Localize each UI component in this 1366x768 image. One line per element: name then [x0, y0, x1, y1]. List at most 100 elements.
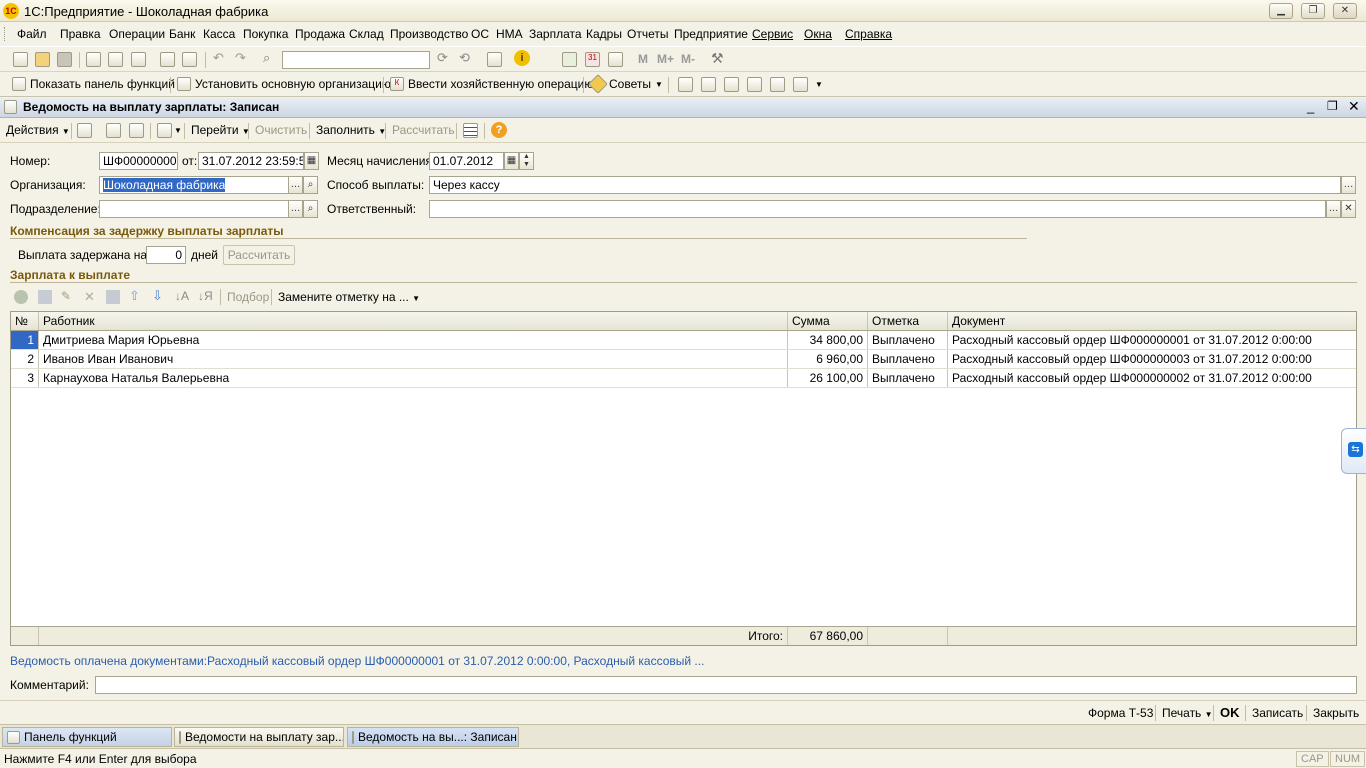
paid-documents-link[interactable]: Ведомость оплачена документами:Расходный… [10, 654, 704, 668]
tips-button[interactable]: Советы ▼ [588, 74, 663, 94]
search-combo[interactable] [282, 51, 430, 69]
menu-intangibles[interactable]: НМА [496, 27, 523, 41]
column-header-worker[interactable]: Работник [39, 312, 788, 330]
menu-cash[interactable]: Касса [203, 27, 235, 41]
menu-file[interactable]: Файл [17, 27, 47, 41]
menu-fixed-assets[interactable]: ОС [471, 27, 489, 41]
payment-method-select-icon[interactable]: … [1341, 176, 1356, 194]
add-row-icon[interactable] [14, 290, 28, 304]
menu-bank[interactable]: Банк [169, 27, 195, 41]
restore-icon[interactable]: ❐ [1301, 3, 1325, 19]
structure-icon[interactable] [157, 123, 172, 138]
print-preview-icon[interactable] [182, 52, 197, 67]
users-icon[interactable] [608, 52, 623, 67]
table-row[interactable]: 3 Карнаухова Наталья Валерьевна 26 100,0… [11, 369, 1356, 388]
menu-help[interactable]: Справка [845, 27, 892, 41]
paste-icon[interactable] [131, 52, 146, 67]
help-icon[interactable]: ? [491, 122, 507, 138]
responsible-field[interactable] [429, 200, 1326, 218]
menu-service[interactable]: Сервис [752, 27, 793, 41]
month-field[interactable]: 01.07.2012 [429, 152, 504, 170]
menu-salary[interactable]: Зарплата [529, 27, 582, 41]
new-document-icon[interactable] [13, 52, 28, 67]
find-prev-icon[interactable]: ⟲ [459, 50, 470, 66]
menu-hr[interactable]: Кадры [586, 27, 622, 41]
warehouse-icon[interactable] [701, 77, 716, 92]
fill-menu[interactable]: Заполнить ▼ [316, 123, 386, 137]
menu-reports[interactable]: Отчеты [627, 27, 668, 41]
compensation-calculate-button[interactable]: Рассчитать [223, 245, 295, 265]
ok-button[interactable]: OK [1220, 705, 1240, 720]
menu-sale[interactable]: Продажа [295, 27, 345, 41]
end-edit-icon[interactable] [106, 290, 120, 304]
show-functions-panel-button[interactable]: Показать панель функций [12, 77, 175, 91]
table-row[interactable]: 1 Дмитриева Мария Юрьевна 34 800,00 Выпл… [11, 331, 1356, 350]
task-functions-panel[interactable]: Панель функций [2, 727, 172, 747]
find-icon[interactable]: ⌕ [263, 50, 270, 66]
column-header-number[interactable]: № [11, 312, 39, 330]
payment-method-field[interactable]: Через кассу [429, 176, 1341, 194]
move-down-icon[interactable]: ⇩ [152, 288, 163, 304]
organization-field[interactable]: Шоколадная фабрика [99, 176, 289, 194]
minimize-doc-icon[interactable]: _ [1307, 99, 1314, 114]
clear-button[interactable]: Очистить [255, 123, 307, 137]
tools-icon[interactable]: ⚒ [711, 50, 724, 67]
menu-production[interactable]: Производство [390, 27, 468, 41]
chevron-down-icon[interactable]: ▼ [815, 80, 823, 89]
sort-asc-icon[interactable]: ↓A [175, 289, 189, 303]
print-icon[interactable] [160, 52, 175, 67]
open-folder-icon[interactable] [35, 52, 50, 67]
menu-operations[interactable]: Операции [109, 27, 165, 41]
goto-menu[interactable]: Перейти ▼ [191, 123, 250, 137]
close-doc-icon[interactable]: ✕ [1348, 98, 1360, 115]
actions-menu[interactable]: Действия ▼ [6, 123, 70, 137]
copy-icon[interactable] [108, 52, 123, 67]
redo-icon[interactable]: ↷ [235, 50, 246, 66]
edit-row-icon[interactable]: ✎ [61, 289, 71, 303]
post-and-close-icon[interactable] [77, 123, 92, 138]
cut-icon[interactable] [86, 52, 101, 67]
people-icon[interactable] [724, 77, 739, 92]
month-stepper-icon[interactable]: ▲ ▼ [519, 152, 534, 170]
enter-operation-button[interactable]: К Ввести хозяйственную операцию [390, 77, 593, 91]
calculate-button[interactable]: Рассчитать [392, 123, 455, 137]
month-calendar-icon[interactable]: ▦ [504, 152, 519, 170]
calculator-icon[interactable] [562, 52, 577, 67]
close-window-icon[interactable]: ✕ [1333, 3, 1357, 19]
windows-icon[interactable] [487, 52, 502, 67]
menu-warehouse[interactable]: Склад [349, 27, 384, 41]
list-settings-icon[interactable] [463, 123, 478, 138]
menu-windows[interactable]: Окна [804, 27, 832, 41]
close-button[interactable]: Закрыть [1313, 706, 1359, 720]
menu-purchase[interactable]: Покупка [243, 27, 288, 41]
department-search-icon[interactable]: ⌕ [303, 200, 318, 218]
calendar-icon[interactable]: 31 [585, 52, 600, 67]
responsible-select-icon[interactable]: … [1326, 200, 1341, 218]
menu-edit[interactable]: Правка [60, 27, 101, 41]
organization-select-icon[interactable]: … [288, 176, 303, 194]
buildings-icon[interactable] [678, 77, 693, 92]
column-header-mark[interactable]: Отметка [868, 312, 948, 330]
maximize-doc-icon[interactable]: ❐ [1327, 99, 1338, 113]
responsible-clear-icon[interactable]: ✕ [1341, 200, 1356, 218]
memory-plus-icon[interactable]: M+ [657, 52, 674, 66]
date-field[interactable]: 31.07.2012 23:59:59 [198, 152, 304, 170]
comment-field[interactable] [95, 676, 1357, 694]
copy-row-icon[interactable] [38, 290, 52, 304]
undo-icon[interactable]: ↶ [213, 50, 224, 66]
task-payroll-list[interactable]: Ведомости на выплату зар... [174, 727, 344, 747]
menu-enterprise[interactable]: Предприятие [674, 27, 748, 41]
save-icon[interactable] [57, 52, 72, 67]
form-t53-button[interactable]: Форма Т-53 [1088, 706, 1153, 720]
delete-row-icon[interactable]: ✕ [84, 289, 95, 305]
memory-minus-icon[interactable]: M- [681, 52, 695, 66]
info-icon[interactable]: i [514, 50, 530, 66]
save-button[interactable]: Записать [1252, 706, 1303, 720]
delay-days-field[interactable]: 0 [146, 246, 186, 264]
replace-mark-menu[interactable]: Замените отметку на ... ▼ [278, 290, 420, 304]
report-icon[interactable] [770, 77, 785, 92]
set-main-org-button[interactable]: Установить основную организацию [177, 77, 391, 91]
task-payroll-document[interactable]: Ведомость на вы...: Записан [347, 727, 519, 747]
calendar-button-icon[interactable]: ▦ [304, 152, 319, 170]
settings-icon[interactable] [793, 77, 808, 92]
